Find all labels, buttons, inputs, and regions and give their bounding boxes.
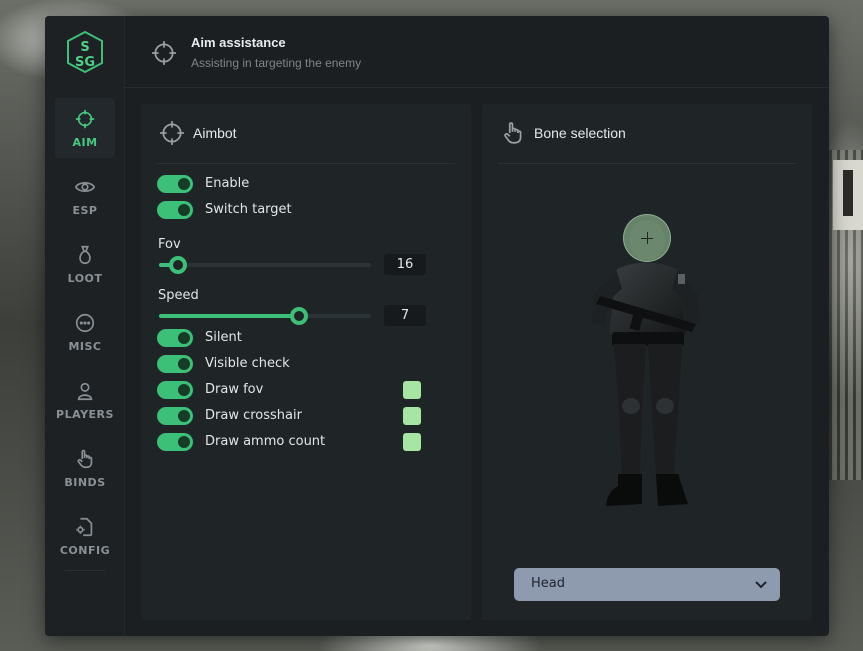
draw-crosshair-option: Draw crosshair (157, 406, 457, 426)
fov-label: Fov (158, 237, 181, 252)
character-model-area (482, 174, 812, 574)
draw-ammo-option: Draw ammo count (157, 432, 457, 452)
fov-value[interactable]: 16 (384, 254, 426, 275)
bone-panel-header: Bone selection (498, 118, 796, 164)
draw-ammo-color-swatch[interactable] (403, 433, 421, 451)
draw-fov-label: Draw fov (205, 382, 264, 397)
switch-target-option: Switch target (157, 200, 457, 220)
visible-check-label: Visible check (205, 356, 290, 371)
pointer-hand-icon (77, 449, 93, 468)
draw-ammo-toggle[interactable] (157, 433, 193, 451)
draw-ammo-label: Draw ammo count (205, 434, 326, 449)
logo-text-bottom: SG (75, 55, 95, 70)
crosshair-icon (152, 41, 176, 65)
loot-bag-icon (79, 245, 91, 264)
fov-slider[interactable] (159, 256, 371, 274)
bone-select-dropdown[interactable]: Head (514, 568, 780, 601)
logo-text-top: S (80, 40, 89, 55)
sidebar-item-players[interactable]: PLAYERS (55, 370, 115, 430)
bone-selection-panel: Bone selection Head (482, 104, 812, 620)
chevron-down-icon (755, 581, 767, 589)
silent-label: Silent (205, 330, 242, 345)
page-subtitle: Assisting in targeting the enemy (191, 56, 362, 70)
eye-icon (74, 181, 96, 192)
sidebar-item-esp[interactable]: ESP (55, 166, 115, 226)
enable-option: Enable (157, 174, 457, 194)
logo: S SG (45, 16, 125, 88)
sidebar-item-loot[interactable]: LOOT (55, 234, 115, 294)
sidebar-divider (65, 570, 105, 571)
nav-list: AIM ESP LOOT MISC PLAYERS BINDS CONFIG (55, 98, 115, 574)
crosshair-icon (160, 121, 184, 145)
sidebar-item-label: ESP (72, 203, 98, 217)
crosshair-icon (75, 109, 95, 128)
sidebar-item-aim[interactable]: AIM (55, 98, 115, 158)
enable-label: Enable (205, 176, 250, 191)
silent-option: Silent (157, 328, 457, 348)
sidebar-item-label: PLAYERS (56, 407, 114, 421)
menu-window: S SG AIM ESP LOOT MISC PLAYERS BINDS CON… (45, 16, 829, 636)
sidebar: S SG AIM ESP LOOT MISC PLAYERS BINDS CON… (45, 16, 125, 636)
silent-toggle[interactable] (157, 329, 193, 347)
sidebar-item-label: AIM (72, 135, 98, 149)
switch-target-label: Switch target (205, 202, 292, 217)
background-sign (833, 160, 863, 230)
visible-check-toggle[interactable] (157, 355, 193, 373)
sidebar-item-label: LOOT (67, 271, 103, 285)
aimbot-panel-header: Aimbot (157, 118, 455, 164)
user-icon (77, 382, 93, 400)
switch-target-toggle[interactable] (157, 201, 193, 219)
bone-select-value: Head (531, 576, 565, 591)
more-dots-icon (75, 313, 95, 332)
bone-selection-title: Bone selection (534, 125, 626, 141)
visible-check-option: Visible check (157, 354, 457, 374)
sidebar-item-misc[interactable]: MISC (55, 302, 115, 362)
draw-fov-color-swatch[interactable] (403, 381, 421, 399)
config-file-icon (76, 517, 93, 536)
speed-slider-fill (159, 314, 299, 318)
speed-slider-thumb[interactable] (289, 307, 308, 325)
pointer-hand-icon (504, 122, 522, 144)
sidebar-item-config[interactable]: CONFIG (55, 506, 115, 566)
fov-slider-thumb[interactable] (169, 256, 188, 274)
fov-slider-block: Fov 16 (157, 237, 427, 283)
draw-crosshair-label: Draw crosshair (205, 408, 302, 423)
enable-toggle[interactable] (157, 175, 193, 193)
draw-fov-option: Draw fov (157, 380, 457, 400)
speed-slider[interactable] (159, 307, 371, 325)
draw-crosshair-color-swatch[interactable] (403, 407, 421, 425)
sidebar-item-label: MISC (68, 339, 102, 353)
aimbot-panel: Aimbot Enable Switch target Fov 16 Speed… (141, 104, 471, 620)
speed-value[interactable]: 7 (384, 305, 426, 326)
aimbot-title: Aimbot (193, 125, 237, 141)
draw-fov-toggle[interactable] (157, 381, 193, 399)
head-bone-marker[interactable] (623, 214, 671, 262)
draw-crosshair-toggle[interactable] (157, 407, 193, 425)
logo-icon: S SG (67, 30, 103, 74)
speed-label: Speed (158, 288, 199, 303)
sidebar-item-label: BINDS (64, 475, 106, 489)
page-title: Aim assistance (191, 35, 286, 50)
page-header: Aim assistance Assisting in targeting th… (125, 16, 829, 88)
sidebar-item-binds[interactable]: BINDS (55, 438, 115, 498)
sidebar-item-label: CONFIG (59, 543, 111, 557)
